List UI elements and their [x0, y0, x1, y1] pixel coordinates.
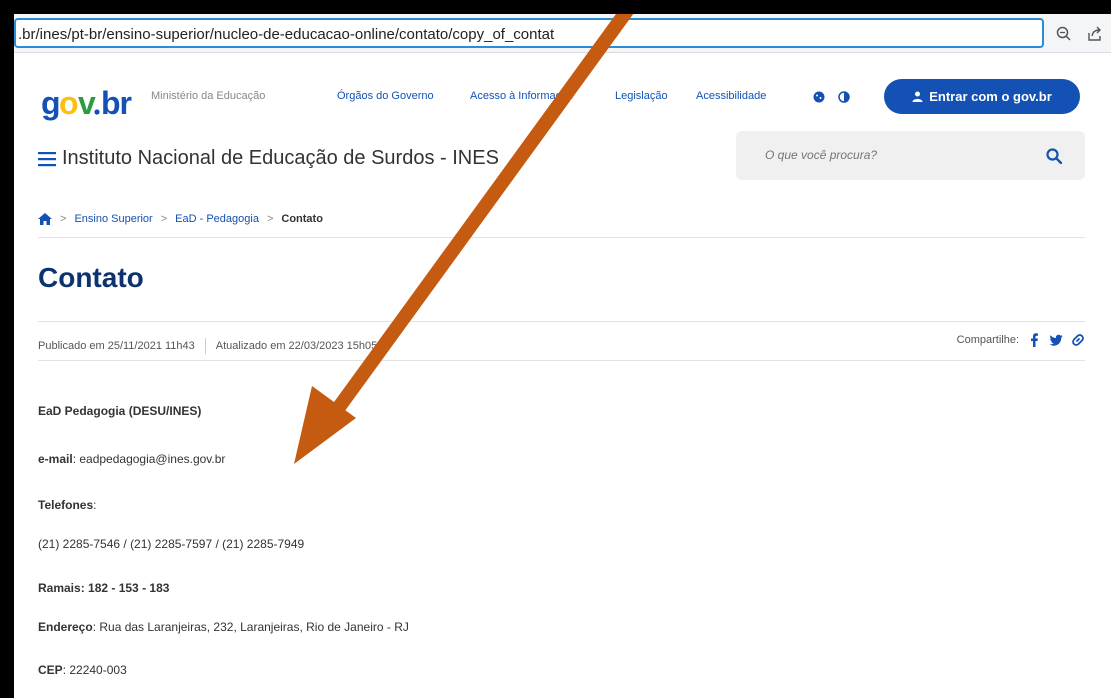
ramais-line: Ramais: 182 - 153 - 183: [38, 581, 170, 595]
cep-value: : 22240-003: [62, 663, 127, 677]
address-label: Endereço: [38, 620, 93, 634]
address-bar: .br/ines/pt-br/ensino-superior/nucleo-de…: [14, 14, 1111, 53]
cep-line: CEP: 22240-003: [38, 663, 127, 677]
share-bar: Compartilhe:: [957, 333, 1085, 347]
url-text: .br/ines/pt-br/ensino-superior/nucleo-de…: [18, 26, 555, 43]
link-orgaos-do-governo[interactable]: Órgãos do Governo: [337, 90, 434, 102]
breadcrumb-ead-pedagogia[interactable]: EaD - Pedagogia: [175, 213, 259, 225]
svg-text:o: o: [59, 86, 78, 121]
email-line: e-mail: eadpedagogia@ines.gov.br: [38, 452, 225, 466]
email-value[interactable]: : eadpedagogia@ines.gov.br: [73, 452, 226, 466]
browser-window: .br/ines/pt-br/ensino-superior/nucleo-de…: [14, 14, 1111, 698]
contrast-icon[interactable]: [838, 91, 850, 103]
link-acesso-a-informacao[interactable]: Acesso à Informação: [470, 90, 573, 102]
phones-label: Telefones: [38, 498, 94, 512]
link-icon[interactable]: [1071, 333, 1085, 347]
breadcrumb-separator: >: [266, 213, 274, 225]
divider: [38, 360, 1085, 361]
menu-icon[interactable]: [38, 151, 56, 167]
divider: [38, 237, 1085, 238]
publication-info: Publicado em 25/11/2021 11h43 Atualizado…: [38, 338, 377, 354]
breadcrumb-separator: >: [160, 213, 168, 225]
breadcrumb-separator: >: [60, 213, 67, 225]
user-icon: [912, 91, 923, 102]
divider: [38, 321, 1085, 322]
login-button-label: Entrar com o gov.br: [929, 89, 1052, 104]
twitter-icon[interactable]: [1049, 333, 1063, 347]
published-date: Publicado em 25/11/2021 11h43: [38, 340, 195, 352]
ministry-label: Ministério da Educação: [151, 90, 266, 102]
address-value: : Rua das Laranjeiras, 232, Laranjeiras,…: [92, 620, 409, 634]
link-acessibilidade[interactable]: Acessibilidade: [696, 90, 766, 102]
breadcrumb-current: Contato: [281, 213, 323, 225]
phones-heading: Telefones:: [38, 498, 96, 512]
site-title[interactable]: Instituto Nacional de Educação de Surdos…: [62, 147, 499, 170]
org-name: EaD Pedagogia (DESU/INES): [38, 404, 202, 418]
page-title: Contato: [38, 262, 144, 293]
svg-text:g: g: [41, 86, 60, 121]
search-icon[interactable]: [1046, 148, 1062, 164]
facebook-icon[interactable]: [1027, 333, 1041, 347]
phones-value: (21) 2285-7546 / (21) 2285-7597 / (21) 2…: [38, 537, 305, 551]
svg-text:br: br: [101, 86, 132, 121]
govbr-logo[interactable]: g o v br: [41, 86, 151, 122]
email-label: e-mail: [38, 452, 73, 466]
zoom-icon[interactable]: [1055, 25, 1073, 43]
search-input[interactable]: [765, 148, 1025, 162]
annotation-arrow: [294, 14, 634, 464]
breadcrumb: > Ensino Superior > EaD - Pedagogia > Co…: [38, 211, 323, 227]
address-line: Endereço: Rua das Laranjeiras, 232, Lara…: [38, 620, 409, 634]
link-legislacao[interactable]: Legislação: [615, 90, 668, 102]
svg-text:v: v: [78, 86, 96, 121]
home-icon[interactable]: [38, 213, 52, 225]
cep-label: CEP: [38, 663, 63, 677]
search-box[interactable]: [736, 131, 1085, 180]
phones-colon: :: [93, 498, 97, 512]
updated-date: Atualizado em 22/03/2023 15h05: [215, 340, 378, 352]
cookie-icon[interactable]: [813, 91, 825, 103]
url-input[interactable]: .br/ines/pt-br/ensino-superior/nucleo-de…: [14, 18, 1044, 48]
share-page-icon[interactable]: [1086, 25, 1104, 43]
breadcrumb-ensino-superior[interactable]: Ensino Superior: [74, 213, 152, 225]
login-govbr-button[interactable]: Entrar com o gov.br: [884, 79, 1080, 114]
share-label: Compartilhe:: [956, 334, 1019, 346]
meta-divider: [204, 338, 206, 354]
